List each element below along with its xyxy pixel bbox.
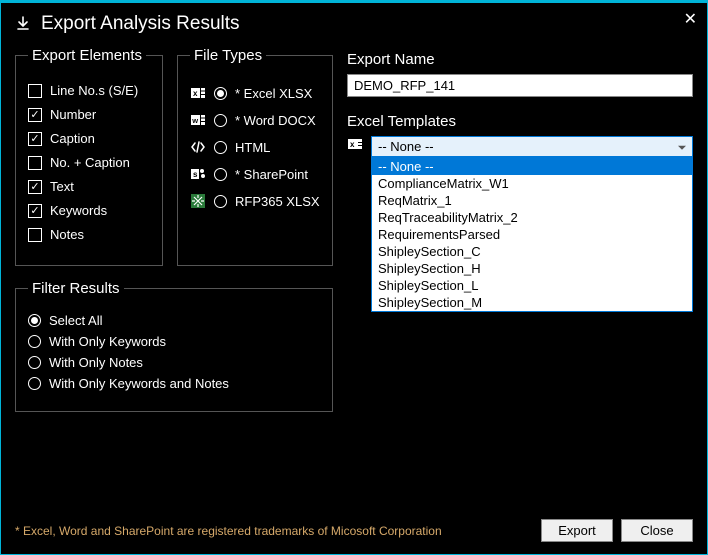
dropdown-option[interactable]: ShipleySection_M [372,294,692,311]
radio-label: * Word DOCX [235,113,316,128]
checkbox-icon [28,156,42,170]
radio-icon [28,335,41,348]
export-name-label: Export Name [347,51,693,68]
file-type-radio[interactable]: HTML [190,139,320,155]
close-button[interactable]: Close [621,519,693,542]
excel-templates-label: Excel Templates [347,113,693,130]
excel-templates-dropdown[interactable]: -- None -- -- None --ComplianceMatrix_W1… [371,136,693,157]
checkbox-label: No. + Caption [50,155,130,170]
filter-results-panel: Filter Results Select All With Only Keywo… [15,280,333,412]
sharepoint-icon: s [190,166,206,182]
export-element-checkbox[interactable]: Notes [28,227,150,242]
export-elements-panel: Export Elements Line No.s (S/E) ✓ Number ✓ C… [15,47,163,266]
filter-radio[interactable]: Select All [28,313,320,328]
export-name-input[interactable] [347,74,693,97]
checkbox-label: Text [50,179,74,194]
dropdown-option[interactable]: ShipleySection_C [372,243,692,260]
radio-label: With Only Keywords and Notes [49,376,229,391]
radio-icon [214,168,227,181]
export-element-checkbox[interactable]: ✓ Number [28,107,150,122]
radio-icon [28,314,41,327]
export-elements-legend: Export Elements [28,47,146,64]
dropdown-selected[interactable]: -- None -- [371,136,693,157]
dropdown-list[interactable]: -- None --ComplianceMatrix_W1ReqMatrix_1… [371,157,693,312]
radio-label: HTML [235,140,270,155]
svg-text:s: s [193,170,198,179]
svg-text:x: x [350,140,355,149]
export-element-checkbox[interactable]: No. + Caption [28,155,150,170]
radio-label: * SharePoint [235,167,308,182]
checkbox-icon: ✓ [28,132,42,146]
radio-label: Select All [49,313,102,328]
dropdown-option[interactable]: ReqTraceabilityMatrix_2 [372,209,692,226]
dropdown-option[interactable]: ReqMatrix_1 [372,192,692,209]
checkbox-icon: ✓ [28,204,42,218]
radio-icon [28,356,41,369]
code-icon [190,139,206,155]
titlebar: Export Analysis Results [1,3,707,41]
checkbox-label: Caption [50,131,95,146]
excel-icon: x [190,85,206,101]
trademark-footnote: * Excel, Word and SharePoint are registe… [15,524,533,538]
radio-label: RFP365 XLSX [235,194,320,209]
checkbox-icon [28,84,42,98]
radio-icon [214,87,227,100]
export-element-checkbox[interactable]: ✓ Text [28,179,150,194]
export-element-checkbox[interactable]: Line No.s (S/E) [28,83,150,98]
file-type-radio[interactable]: s * SharePoint [190,166,320,182]
checkbox-label: Number [50,107,96,122]
checkbox-icon [28,228,42,242]
rfp365-icon [190,193,206,209]
window-title: Export Analysis Results [41,13,240,35]
filter-radio[interactable]: With Only Notes [28,355,320,370]
excel-icon: x [347,136,363,152]
export-button[interactable]: Export [541,519,613,542]
word-icon: w [190,112,206,128]
filter-radio[interactable]: With Only Keywords [28,334,320,349]
radio-label: With Only Keywords [49,334,166,349]
dropdown-option[interactable]: -- None -- [372,158,692,175]
file-type-radio[interactable]: RFP365 XLSX [190,193,320,209]
export-element-checkbox[interactable]: ✓ Keywords [28,203,150,218]
svg-text:x: x [193,89,198,98]
checkbox-label: Line No.s (S/E) [50,83,138,98]
file-type-radio[interactable]: x * Excel XLSX [190,85,320,101]
file-types-panel: File Types x * Excel XLSX w * Word DOCX HTML… [177,47,333,266]
radio-icon [214,141,227,154]
filter-results-legend: Filter Results [28,280,124,297]
file-type-radio[interactable]: w * Word DOCX [190,112,320,128]
dropdown-option[interactable]: ShipleySection_L [372,277,692,294]
checkbox-label: Notes [50,227,84,242]
close-icon[interactable]: ✕ [684,9,697,29]
dropdown-option[interactable]: ShipleySection_H [372,260,692,277]
file-types-legend: File Types [190,47,266,64]
radio-icon [214,114,227,127]
radio-label: * Excel XLSX [235,86,312,101]
download-icon [15,16,31,32]
dropdown-option[interactable]: ComplianceMatrix_W1 [372,175,692,192]
radio-label: With Only Notes [49,355,143,370]
svg-text:w: w [191,116,198,125]
filter-radio[interactable]: With Only Keywords and Notes [28,376,320,391]
checkbox-label: Keywords [50,203,107,218]
checkbox-icon: ✓ [28,180,42,194]
export-element-checkbox[interactable]: ✓ Caption [28,131,150,146]
dropdown-option[interactable]: RequirementsParsed [372,226,692,243]
checkbox-icon: ✓ [28,108,42,122]
radio-icon [28,377,41,390]
radio-icon [214,195,227,208]
